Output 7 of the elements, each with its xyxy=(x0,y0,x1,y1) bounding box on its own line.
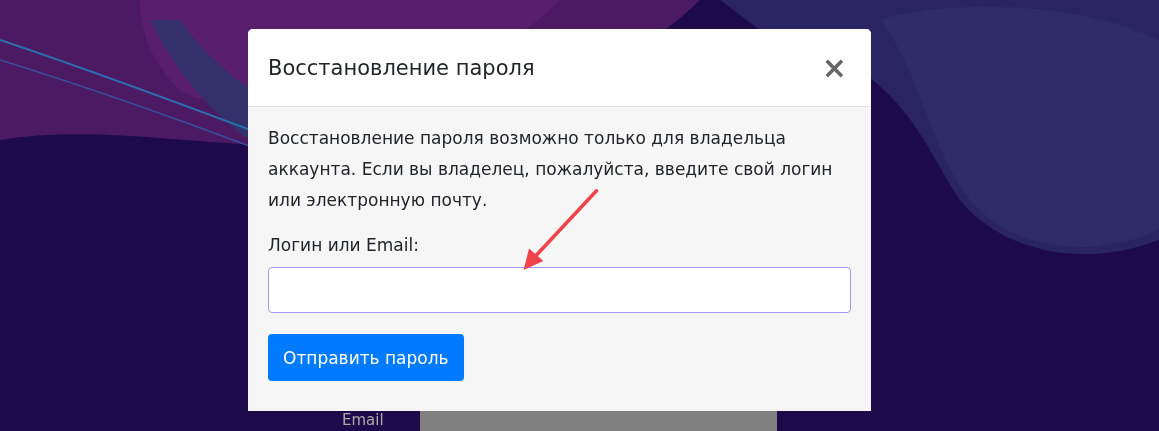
login-field[interactable] xyxy=(268,267,851,313)
field-label: Email xyxy=(342,411,385,429)
field-label: Логин или Email: xyxy=(268,234,419,256)
modal-title: Восстановление пароля xyxy=(268,55,535,80)
close-button[interactable]: × xyxy=(817,52,851,83)
send-button[interactable]: Отправить пароль xyxy=(268,334,464,381)
message-text: Восстановление пароля возможно только для владельца аккаунта. Если вы владелец, пожалуйста, введите свой логин или электронную почту. xyxy=(268,127,834,212)
